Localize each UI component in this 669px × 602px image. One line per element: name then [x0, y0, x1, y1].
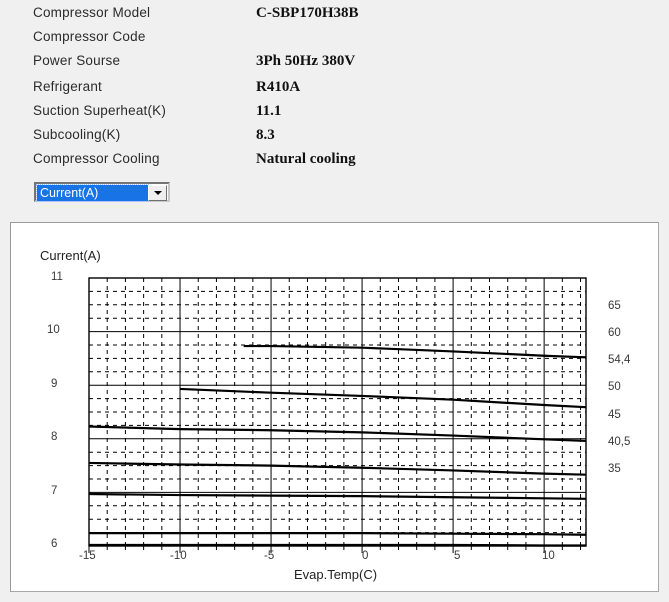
series-label-45: 45 — [608, 409, 621, 421]
y-tick-label: 6 — [51, 538, 58, 550]
x-tick-label: 0 — [362, 550, 369, 562]
chart-plot-svg — [88, 277, 587, 553]
y-tick-label: 9 — [51, 378, 58, 390]
window-bottom-strip — [0, 596, 669, 602]
x-tick-label: -10 — [170, 550, 187, 562]
spec-row: Suction Superheat(K) 11.1 — [0, 103, 669, 127]
x-tick-label: 5 — [454, 550, 461, 562]
spec-label-suction-superheat: Suction Superheat(K) — [33, 103, 167, 118]
spec-value-suction-superheat: 11.1 — [256, 103, 282, 119]
spec-value-power-sourse: 3Ph 50Hz 380V — [256, 53, 356, 69]
spec-value-subcooling: 8.3 — [256, 127, 275, 143]
spec-label-compressor-code: Compressor Code — [33, 29, 146, 44]
spec-value-refrigerant: R410A — [256, 79, 301, 95]
spec-label-refrigerant: Refrigerant — [33, 79, 102, 94]
series-label-40-5: 40,5 — [608, 436, 631, 448]
spec-label-subcooling: Subcooling(K) — [33, 127, 121, 142]
compressor-spec-panel: Compressor Model C-SBP170H38B Compressor… — [0, 0, 669, 216]
series-label-65: 65 — [608, 300, 621, 312]
series-label-50: 50 — [608, 381, 621, 393]
chart-panel: Current(A) Evap.Temp(C) 11 10 9 8 7 6 -1… — [10, 222, 659, 592]
y-tick-label: 10 — [47, 324, 60, 336]
spec-row: Power Sourse 3Ph 50Hz 380V — [0, 53, 669, 77]
spec-value-compressor-cooling: Natural cooling — [256, 151, 356, 167]
spec-value-compressor-model: C-SBP170H38B — [256, 5, 359, 21]
spec-label-power-sourse: Power Sourse — [33, 53, 121, 68]
y-tick-label: 11 — [51, 271, 63, 283]
series-label-54-4: 54,4 — [608, 354, 631, 366]
spec-row: Refrigerant R410A — [0, 79, 669, 103]
spec-label-compressor-cooling: Compressor Cooling — [33, 151, 160, 166]
series-label-35: 35 — [608, 463, 621, 475]
spec-row: Subcooling(K) 8.3 — [0, 127, 669, 151]
y-tick-label: 8 — [51, 431, 58, 443]
spec-row: Compressor Model C-SBP170H38B — [0, 5, 669, 29]
x-tick-label: -5 — [264, 550, 275, 562]
y-tick-label: 7 — [51, 485, 58, 497]
x-tick-label: 10 — [542, 550, 555, 562]
x-tick-label: -15 — [79, 550, 96, 562]
unit-select-dropdown[interactable]: Current(A) — [34, 182, 170, 202]
chevron-down-icon[interactable] — [148, 185, 167, 201]
spec-row: Compressor Cooling Natural cooling — [0, 151, 669, 175]
spec-label-compressor-model: Compressor Model — [33, 5, 151, 20]
series-label-60: 60 — [608, 327, 621, 339]
spec-row: Compressor Code — [0, 29, 669, 53]
unit-select-selected-value[interactable]: Current(A) — [36, 184, 149, 202]
